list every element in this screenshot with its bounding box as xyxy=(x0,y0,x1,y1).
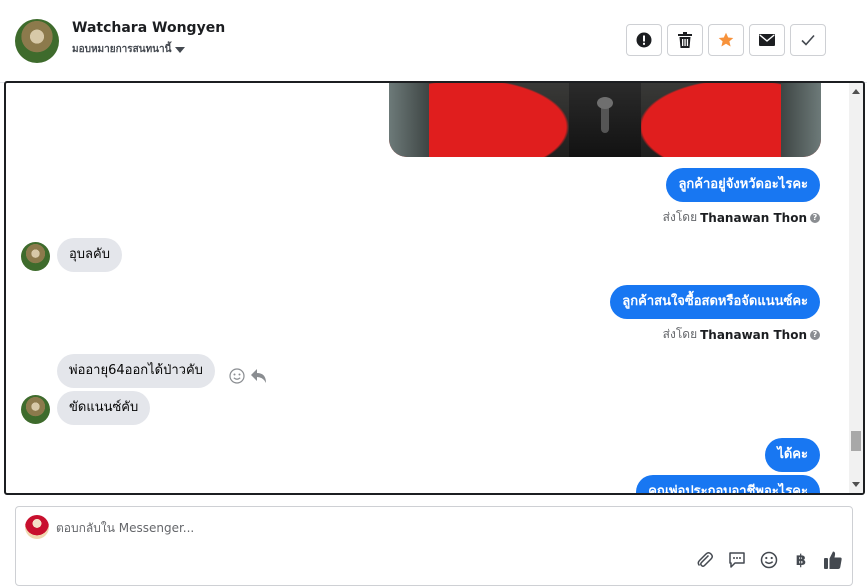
contact-avatar[interactable] xyxy=(15,19,59,63)
sent-by-agent: Thanawan Thon xyxy=(700,327,807,342)
reply-input[interactable] xyxy=(56,517,656,539)
trash-icon xyxy=(678,32,692,48)
incoming-message[interactable]: อุบลคับ xyxy=(57,238,122,272)
delete-button[interactable] xyxy=(667,24,703,56)
like-icon xyxy=(824,551,842,569)
mark-spam-button[interactable] xyxy=(626,24,662,56)
sent-by-prefix: ส่งโดย xyxy=(662,210,698,224)
envelope-icon xyxy=(759,34,775,46)
scroll-thumb[interactable] xyxy=(851,431,861,451)
assign-label: มอบหมายการสนทนานี้ xyxy=(72,44,172,55)
saved-reply-icon xyxy=(729,552,745,568)
contact-avatar-small[interactable] xyxy=(21,242,50,271)
outgoing-message[interactable]: ลูกค้าสนใจซื้อสดหรือจัดแนนซ์คะ xyxy=(610,285,820,319)
assign-conversation-dropdown[interactable]: มอบหมายการสนทนานี้ xyxy=(72,42,186,57)
attach-button[interactable] xyxy=(695,550,715,570)
message-hover-tools xyxy=(229,368,267,384)
alert-icon xyxy=(636,32,652,48)
conversation-actions xyxy=(626,24,826,56)
contact-name[interactable]: Watchara Wongyen xyxy=(72,20,225,36)
outgoing-message[interactable]: ได้คะ xyxy=(765,438,820,472)
reply-composer: ฿ xyxy=(15,506,853,586)
mark-done-button[interactable] xyxy=(790,24,826,56)
message-thread[interactable]: ลูกค้าอยู่จังหวัดอะไรคะ ส่งโดย Thanawan … xyxy=(4,81,865,495)
reply-icon[interactable] xyxy=(251,369,267,383)
sent-by-agent: Thanawan Thon xyxy=(700,210,807,225)
composer-tools: ฿ xyxy=(695,550,843,570)
react-emoji-icon[interactable] xyxy=(229,368,245,384)
scroll-down-arrow-icon[interactable] xyxy=(852,482,860,487)
sent-by-prefix: ส่งโดย xyxy=(662,327,698,341)
scroll-up-arrow-icon[interactable] xyxy=(852,89,860,94)
emoji-button[interactable] xyxy=(759,550,779,570)
conversation-header: Watchara Wongyen มอบหมายการสนทนานี้ xyxy=(0,0,867,83)
page-avatar xyxy=(25,515,49,539)
baht-icon: ฿ xyxy=(795,551,807,569)
info-icon[interactable]: ? xyxy=(810,329,820,340)
chevron-down-icon xyxy=(175,46,186,53)
saved-reply-button[interactable] xyxy=(727,550,747,570)
sent-by-label: ส่งโดย Thanawan Thon ? xyxy=(663,208,820,227)
outgoing-message[interactable]: คุณพ่อประกอบอาชีพอะไรคะ xyxy=(636,475,820,493)
star-button[interactable] xyxy=(708,24,744,56)
outgoing-message[interactable]: ลูกค้าอยู่จังหวัดอะไรคะ xyxy=(666,168,820,202)
checkmark-icon xyxy=(801,34,815,46)
incoming-message[interactable]: ขัดแนนซ์คับ xyxy=(57,391,151,425)
payment-button[interactable]: ฿ xyxy=(791,550,811,570)
like-button[interactable] xyxy=(823,550,843,570)
emoji-icon xyxy=(760,551,778,569)
mark-unread-button[interactable] xyxy=(749,24,785,56)
scrollbar[interactable] xyxy=(849,83,863,493)
contact-avatar-small[interactable] xyxy=(21,395,50,424)
sent-by-label: ส่งโดย Thanawan Thon ? xyxy=(663,325,820,344)
paperclip-icon xyxy=(697,552,713,567)
car-interior-photo[interactable] xyxy=(389,83,821,157)
star-icon xyxy=(718,32,734,47)
info-icon[interactable]: ? xyxy=(810,212,820,223)
incoming-message[interactable]: พ่ออายุ64ออกได้ป่าวคับ xyxy=(57,354,215,388)
